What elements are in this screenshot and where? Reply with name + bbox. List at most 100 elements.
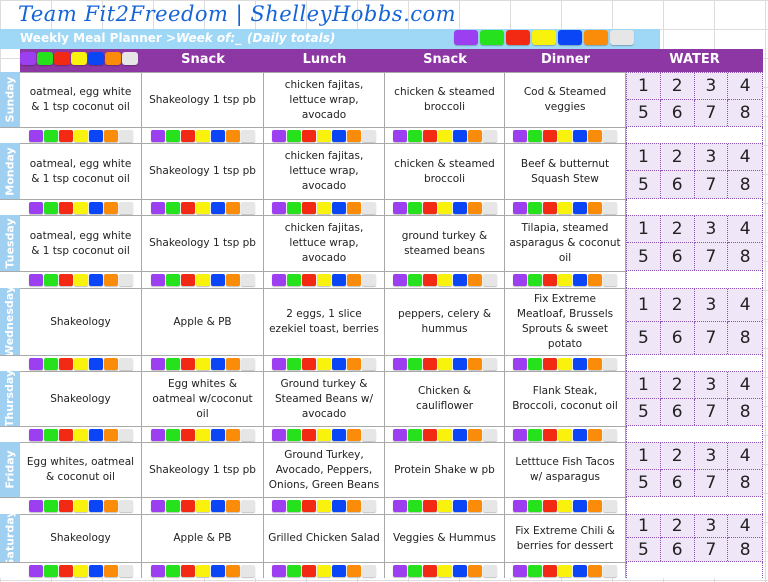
water-glass[interactable]: 7	[695, 321, 729, 354]
color-swatch-orange[interactable]	[588, 274, 602, 286]
meal-cell-tuesday-dinner[interactable]: Tilapia, steamed asparagus & coconut oil	[505, 215, 626, 271]
week-of-field[interactable]: Week of:_	[176, 31, 241, 45]
color-swatch-purple[interactable]	[513, 500, 527, 512]
water-glass[interactable]: 1	[627, 216, 661, 243]
color-swatch-blue[interactable]	[452, 428, 467, 441]
color-swatch-orange[interactable]	[347, 357, 361, 370]
water-glass[interactable]: 6	[661, 398, 695, 425]
water-glass[interactable]: 2	[660, 73, 695, 100]
color-swatch-red[interactable]	[58, 129, 73, 142]
color-swatch-yellow[interactable]	[532, 30, 556, 45]
color-swatch-purple[interactable]	[20, 52, 36, 65]
meal-cell-thursday-snack-2[interactable]: Chicken & cauliflower	[385, 371, 505, 426]
color-swatch-white[interactable]	[118, 274, 133, 286]
water-glass[interactable]: 3	[694, 144, 729, 171]
color-swatch-blue[interactable]	[452, 201, 467, 214]
color-swatch-yellow[interactable]	[437, 274, 452, 286]
water-glass[interactable]: 6	[661, 469, 695, 496]
meal-cell-tuesday-lunch[interactable]: chicken fajitas, lettuce wrap, avocado	[264, 215, 385, 271]
color-swatch-green[interactable]	[407, 201, 422, 214]
color-swatch-orange[interactable]	[103, 274, 118, 286]
color-swatch-orange[interactable]	[467, 357, 482, 370]
color-swatch-white[interactable]	[240, 564, 255, 577]
water-glass[interactable]: 4	[728, 443, 762, 470]
color-swatch-blue[interactable]	[452, 500, 467, 512]
color-swatch-purple[interactable]	[392, 564, 407, 577]
color-swatch-yellow[interactable]	[317, 201, 331, 214]
color-swatch-red[interactable]	[180, 564, 195, 577]
color-swatch-green[interactable]	[407, 129, 422, 142]
water-glass[interactable]: 2	[660, 144, 695, 171]
color-swatch-red[interactable]	[422, 357, 437, 370]
color-swatch-white[interactable]	[240, 357, 255, 370]
meal-cell-tuesday-snack-1[interactable]: Shakeology 1 tsp pb	[142, 215, 264, 271]
color-swatch-orange[interactable]	[588, 428, 602, 441]
color-swatch-blue[interactable]	[573, 201, 587, 214]
color-swatch-red[interactable]	[422, 564, 437, 577]
color-swatch-purple[interactable]	[272, 428, 286, 441]
color-swatch-green[interactable]	[287, 274, 301, 286]
color-swatch-green[interactable]	[528, 500, 542, 512]
water-glass[interactable]: 6	[661, 243, 695, 270]
meal-cell-wednesday-lunch[interactable]: 2 eggs, 1 slice ezekiel toast, berries	[264, 288, 385, 355]
color-swatch-purple[interactable]	[272, 201, 286, 214]
meal-cell-thursday-lunch[interactable]: Ground turkey & Steamed Beans w/ avocado	[264, 371, 385, 426]
color-swatch-blue[interactable]	[332, 129, 346, 142]
color-swatch-red[interactable]	[180, 129, 195, 142]
meal-cell-friday-lunch[interactable]: Ground Turkey, Avocado, Peppers, Onions,…	[264, 442, 385, 497]
color-swatch-blue[interactable]	[452, 274, 467, 286]
meal-cell-sunday-snack-1[interactable]: Shakeology 1 tsp pb	[142, 72, 264, 127]
color-swatch-orange[interactable]	[588, 357, 602, 370]
color-swatch-red[interactable]	[180, 274, 195, 286]
color-swatch-white[interactable]	[118, 357, 133, 370]
water-glass[interactable]: 1	[627, 289, 661, 322]
color-swatch-orange[interactable]	[105, 52, 121, 65]
color-swatch-yellow[interactable]	[558, 564, 572, 577]
water-glass[interactable]: 4	[728, 144, 762, 171]
color-swatch-orange[interactable]	[347, 129, 361, 142]
color-swatch-white[interactable]	[362, 274, 376, 286]
color-swatch-purple[interactable]	[513, 564, 527, 577]
color-swatch-purple[interactable]	[150, 129, 165, 142]
color-swatch-green[interactable]	[43, 564, 58, 577]
water-glass[interactable]: 1	[627, 144, 661, 171]
color-swatch-purple[interactable]	[272, 129, 286, 142]
color-swatch-purple[interactable]	[272, 357, 286, 370]
color-swatch-green[interactable]	[480, 30, 504, 45]
color-swatch-orange[interactable]	[467, 129, 482, 142]
color-swatch-yellow[interactable]	[73, 129, 88, 142]
color-swatch-white[interactable]	[482, 357, 497, 370]
color-swatch-red[interactable]	[302, 500, 316, 512]
meal-cell-saturday-lunch[interactable]: Grilled Chicken Salad	[264, 514, 385, 562]
water-glass[interactable]: 3	[694, 216, 729, 243]
water-glass[interactable]: 6	[661, 171, 695, 198]
color-swatch-orange[interactable]	[347, 274, 361, 286]
color-swatch-orange[interactable]	[584, 30, 608, 45]
water-glass[interactable]: 5	[627, 469, 661, 496]
water-glass[interactable]: 2	[660, 372, 695, 399]
meal-cell-thursday-snack-1[interactable]: Egg whites & oatmeal w/coconut oil	[142, 371, 264, 426]
color-swatch-purple[interactable]	[272, 564, 286, 577]
color-swatch-white[interactable]	[603, 129, 617, 142]
water-glass[interactable]: 8	[728, 243, 762, 270]
color-swatch-green[interactable]	[528, 129, 542, 142]
color-swatch-white[interactable]	[603, 500, 617, 512]
water-glass[interactable]: 6	[661, 99, 695, 126]
color-swatch-white[interactable]	[362, 129, 376, 142]
color-swatch-white[interactable]	[482, 201, 497, 214]
color-swatch-blue[interactable]	[573, 428, 587, 441]
color-swatch-green[interactable]	[43, 274, 58, 286]
water-glass[interactable]: 5	[627, 99, 661, 126]
color-swatch-white[interactable]	[362, 201, 376, 214]
water-glass[interactable]: 1	[627, 372, 661, 399]
color-swatch-green[interactable]	[43, 201, 58, 214]
color-swatch-orange[interactable]	[103, 564, 118, 577]
color-swatch-red[interactable]	[543, 357, 557, 370]
water-glass[interactable]: 8	[728, 100, 762, 127]
color-swatch-green[interactable]	[165, 129, 180, 142]
color-swatch-green[interactable]	[287, 564, 301, 577]
color-swatch-white[interactable]	[603, 201, 617, 214]
color-swatch-yellow[interactable]	[437, 201, 452, 214]
water-glass[interactable]: 6	[661, 538, 695, 561]
color-swatch-white[interactable]	[482, 274, 497, 286]
